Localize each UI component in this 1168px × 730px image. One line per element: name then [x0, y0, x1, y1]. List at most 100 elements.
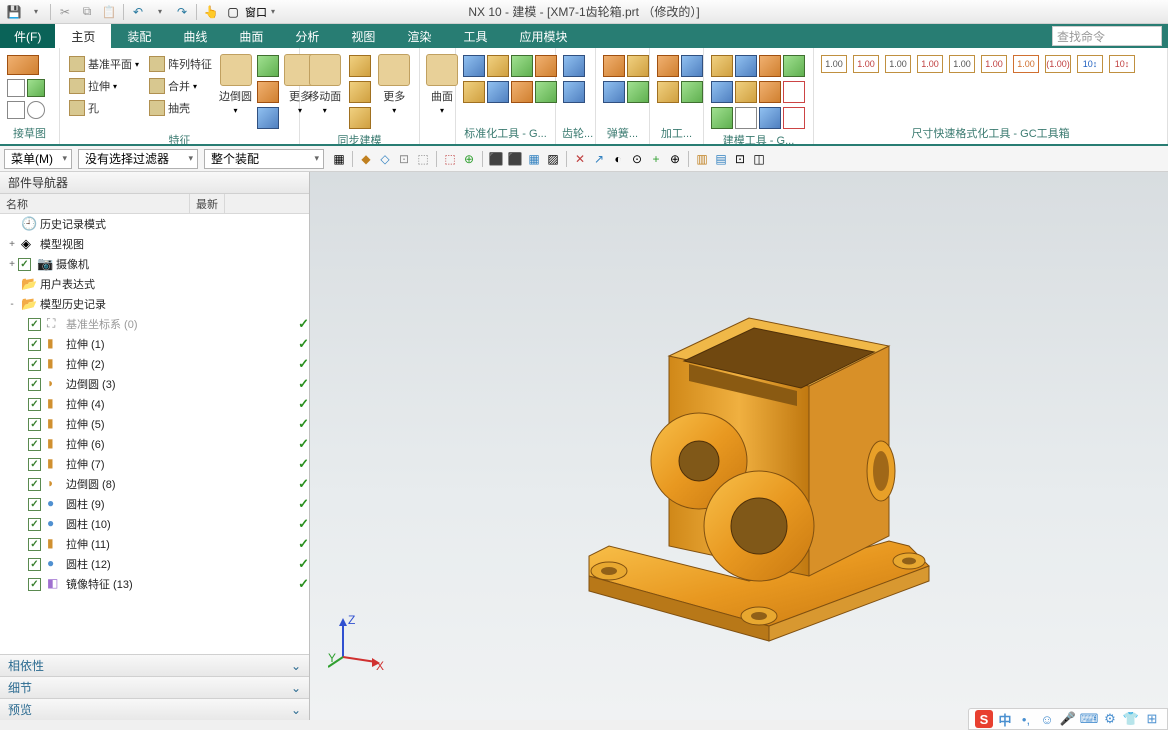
qat-dd-icon[interactable]: ▾ — [26, 2, 46, 22]
scope-dropdown[interactable]: 整个装配 — [204, 149, 324, 169]
dim9-button[interactable]: 10↕ — [1077, 55, 1103, 73]
ime-tool-icon[interactable]: ⚙ — [1101, 710, 1119, 728]
cut-icon[interactable]: ✂ — [55, 2, 75, 22]
std-t4-icon[interactable] — [535, 55, 557, 77]
sel-t1-icon[interactable]: ▦ — [330, 150, 348, 168]
ime-menu-icon[interactable]: ⊞ — [1143, 710, 1161, 728]
tab-home[interactable]: 主页 — [55, 24, 111, 48]
move-face-button[interactable]: 移动面▾ — [306, 54, 344, 115]
surface-button[interactable]: 曲面▾ — [426, 54, 458, 115]
sel-t14-icon[interactable]: ◐ — [609, 150, 627, 168]
sync-t2-icon[interactable] — [349, 81, 371, 103]
acc-details[interactable]: 细节⌄ — [0, 676, 309, 698]
feature-tree[interactable]: 🕘历史记录模式+◈模型视图+✓📷摄像机📂用户表达式-📂模型历史记录✓⛶基准坐标系… — [0, 214, 309, 654]
gear-t2-icon[interactable] — [563, 81, 585, 103]
tab-app[interactable]: 应用模块 — [503, 24, 583, 48]
dim6-button[interactable]: 1.00 — [981, 55, 1007, 73]
sel-t20-icon[interactable]: ⊡ — [731, 150, 749, 168]
spr-t1-icon[interactable] — [603, 55, 625, 77]
tree-feature[interactable]: ✓●圆柱 (9)✓ — [0, 494, 309, 514]
tab-view[interactable]: 视图 — [335, 24, 391, 48]
window-icon[interactable]: ▢ — [223, 2, 243, 22]
tab-surface[interactable]: 曲面 — [223, 24, 279, 48]
std-t5-icon[interactable] — [463, 81, 485, 103]
copy-icon[interactable]: ⧉ — [77, 2, 97, 22]
graphics-viewport[interactable]: Z X Y — [310, 172, 1168, 720]
tree-feature[interactable]: ✓▮拉伸 (6)✓ — [0, 434, 309, 454]
sketch-icon[interactable] — [7, 55, 39, 75]
dim4-button[interactable]: 1.00 — [917, 55, 943, 73]
feat-t3-icon[interactable] — [257, 107, 279, 129]
mdl-t9-icon[interactable] — [711, 107, 733, 129]
sel-t17-icon[interactable]: ⊕ — [666, 150, 684, 168]
tab-tools[interactable]: 工具 — [447, 24, 503, 48]
sel-t11-icon[interactable]: ▨ — [544, 150, 562, 168]
tree-feature[interactable]: ✓▮拉伸 (5)✓ — [0, 414, 309, 434]
dim5-button[interactable]: 1.00 — [949, 55, 975, 73]
touch-icon[interactable]: 👆 — [201, 2, 221, 22]
mdl-t11-icon[interactable] — [759, 107, 781, 129]
sketch-tool2-icon[interactable] — [27, 79, 45, 97]
dim1-button[interactable]: 1.00 — [821, 55, 847, 73]
tree-feature[interactable]: ✓▮拉伸 (7)✓ — [0, 454, 309, 474]
window-label[interactable]: 窗口 — [245, 4, 267, 20]
tab-assembly[interactable]: 装配 — [111, 24, 167, 48]
undo-dd-icon[interactable]: ▾ — [150, 2, 170, 22]
extrude-button[interactable]: 拉伸▾ — [66, 76, 142, 96]
sel-t15-icon[interactable]: ⊙ — [628, 150, 646, 168]
spr-t3-icon[interactable] — [603, 81, 625, 103]
mdl-t3-icon[interactable] — [759, 55, 781, 77]
tree-feature[interactable]: ✓●圆柱 (12)✓ — [0, 554, 309, 574]
ime-mic-icon[interactable]: 🎤 — [1059, 710, 1077, 728]
ime-skin-icon[interactable]: 👕 — [1122, 710, 1140, 728]
tree-node[interactable]: 📂用户表达式 — [0, 274, 309, 294]
tree-feature[interactable]: ✓▮拉伸 (4)✓ — [0, 394, 309, 414]
tree-feature[interactable]: ✓◗边倒圆 (8)✓ — [0, 474, 309, 494]
unite-button[interactable]: 合并▾ — [146, 76, 215, 96]
mdl-t6-icon[interactable] — [735, 81, 757, 103]
dim3-button[interactable]: 1.00 — [885, 55, 911, 73]
acc-preview[interactable]: 预览⌄ — [0, 698, 309, 720]
tab-analysis[interactable]: 分析 — [279, 24, 335, 48]
tree-node[interactable]: 🕘历史记录模式 — [0, 214, 309, 234]
mdl-t5-icon[interactable] — [711, 81, 733, 103]
sel-t13-icon[interactable]: ↗ — [590, 150, 608, 168]
file-menu[interactable]: 件(F) — [0, 24, 55, 48]
feat-t2-icon[interactable] — [257, 81, 279, 103]
mdl-t2-icon[interactable] — [735, 55, 757, 77]
sel-t21-icon[interactable]: ◫ — [750, 150, 768, 168]
gear-t1-icon[interactable] — [563, 55, 585, 77]
mdl-t7-icon[interactable] — [759, 81, 781, 103]
tree-feature[interactable]: ✓◗边倒圆 (3)✓ — [0, 374, 309, 394]
mdl-t1-icon[interactable] — [711, 55, 733, 77]
tree-feature[interactable]: ✓▮拉伸 (11)✓ — [0, 534, 309, 554]
edge-blend-button[interactable]: 边倒圆▾ — [219, 54, 252, 115]
col-name[interactable]: 名称 — [0, 194, 190, 213]
undo-icon[interactable]: ↶ — [128, 2, 148, 22]
std-t1-icon[interactable] — [463, 55, 485, 77]
std-t3-icon[interactable] — [511, 55, 533, 77]
sel-t3-icon[interactable]: ◇ — [376, 150, 394, 168]
sel-t19-icon[interactable]: ▤ — [712, 150, 730, 168]
menu-dropdown[interactable]: 菜单(M) — [4, 149, 72, 169]
ime-lang-icon[interactable]: 中 — [996, 710, 1014, 728]
sel-t4-icon[interactable]: ⊡ — [395, 150, 413, 168]
dim7-button[interactable]: 1.00 — [1013, 55, 1039, 73]
sync-t1-icon[interactable] — [349, 55, 371, 77]
mfg-t2-icon[interactable] — [681, 55, 703, 77]
ime-kbd-icon[interactable]: ⌨ — [1080, 710, 1098, 728]
sketch-tool1-icon[interactable] — [7, 79, 25, 97]
paste-icon[interactable]: 📋 — [99, 2, 119, 22]
mdl-t12-icon[interactable] — [783, 107, 805, 129]
more-sync-button[interactable]: 更多▾ — [376, 54, 414, 115]
sel-t6-icon[interactable]: ⬚ — [441, 150, 459, 168]
sel-t7-icon[interactable]: ⊕ — [460, 150, 478, 168]
col-latest[interactable]: 最新 — [190, 194, 225, 213]
tree-node[interactable]: +✓📷摄像机 — [0, 254, 309, 274]
command-search[interactable]: 查找命令 — [1052, 26, 1162, 46]
std-t2-icon[interactable] — [487, 55, 509, 77]
ime-emoji-icon[interactable]: ☺ — [1038, 710, 1056, 728]
save-icon[interactable]: 💾 — [4, 2, 24, 22]
hole-button[interactable]: 孔 — [66, 98, 142, 118]
ime-logo-icon[interactable]: S — [975, 710, 993, 728]
